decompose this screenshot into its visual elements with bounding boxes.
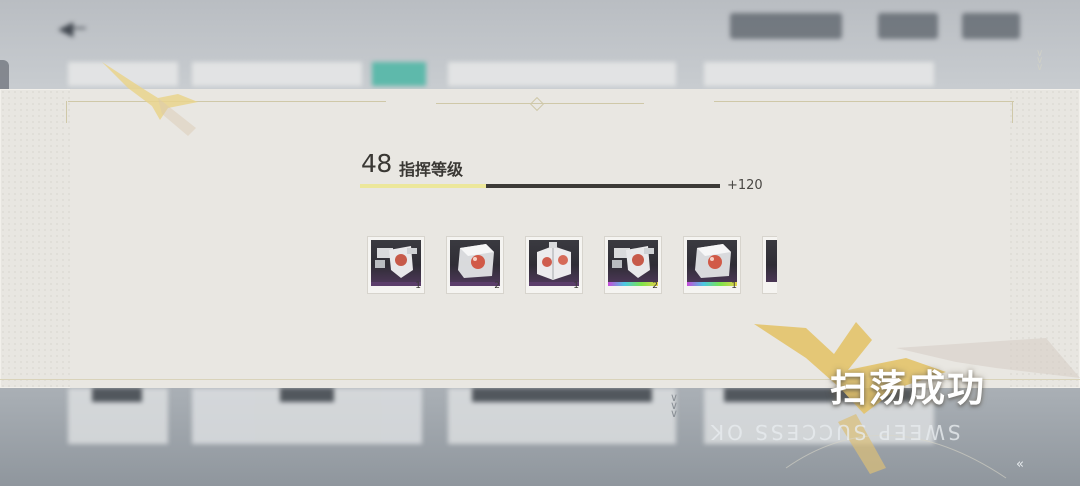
rarity-stripe	[529, 282, 579, 286]
bracket-left	[66, 101, 67, 123]
item-count: 2	[494, 281, 500, 291]
bg-card-2	[192, 388, 422, 444]
top-resource-pill[interactable]	[730, 13, 842, 39]
reward-item-1[interactable]: 1	[367, 236, 425, 294]
commander-level-value: 48	[361, 149, 392, 178]
item-count: 1	[573, 281, 579, 291]
rarity-stripe	[450, 282, 500, 286]
reward-item-4[interactable]: 2	[604, 236, 662, 294]
xp-progress-bar	[360, 184, 720, 188]
item-count: 1	[731, 281, 737, 291]
gold-bird-icon	[102, 62, 198, 136]
crystal-cube-icon	[450, 240, 500, 282]
item-placeholder	[766, 240, 777, 282]
decor-line-right	[714, 101, 1014, 102]
reward-items: 1 2 1 2 1	[367, 236, 777, 294]
bg-tab-4[interactable]	[704, 62, 934, 86]
item-count: 2	[652, 281, 658, 291]
double-chevron-left-icon: «	[1016, 457, 1024, 472]
top-button-2[interactable]	[962, 13, 1020, 39]
xp-gain: +120	[727, 178, 763, 193]
rarity-stripe	[608, 282, 658, 286]
bracket-right	[1012, 101, 1013, 123]
mech-helmet-icon	[608, 240, 658, 282]
back-arrow-icon[interactable]: ◀─	[58, 16, 92, 40]
rarity-stripe	[687, 282, 737, 286]
reward-item-3[interactable]: 1	[525, 236, 583, 294]
crystal-cube-icon	[687, 240, 737, 282]
sweep-success-title: 扫荡成功	[830, 366, 986, 410]
mech-helmet-icon	[371, 240, 421, 282]
top-button-1[interactable]	[878, 13, 938, 39]
reward-item-2[interactable]: 2	[446, 236, 504, 294]
bg-card-1	[68, 388, 168, 444]
xp-progress-fill	[360, 184, 486, 188]
mirrored-subtitle: SWEEP SUCCESS OK	[708, 420, 961, 444]
gift-box-icon	[529, 240, 579, 282]
bg-tab-3[interactable]	[448, 62, 676, 86]
bg-tab-accent[interactable]	[372, 62, 426, 86]
reward-item-5[interactable]: 1	[683, 236, 741, 294]
item-count: 1	[415, 281, 421, 291]
chevron-down-small-icon: ∨ ∨ ∨	[670, 391, 679, 420]
reward-item-peek[interactable]	[762, 236, 777, 294]
commander-level-label: 指挥等级	[399, 160, 464, 179]
rarity-stripe	[371, 282, 421, 286]
chevron-down-icon: ∨ ∨ ∨	[1036, 48, 1044, 73]
bg-card-3	[448, 388, 676, 444]
